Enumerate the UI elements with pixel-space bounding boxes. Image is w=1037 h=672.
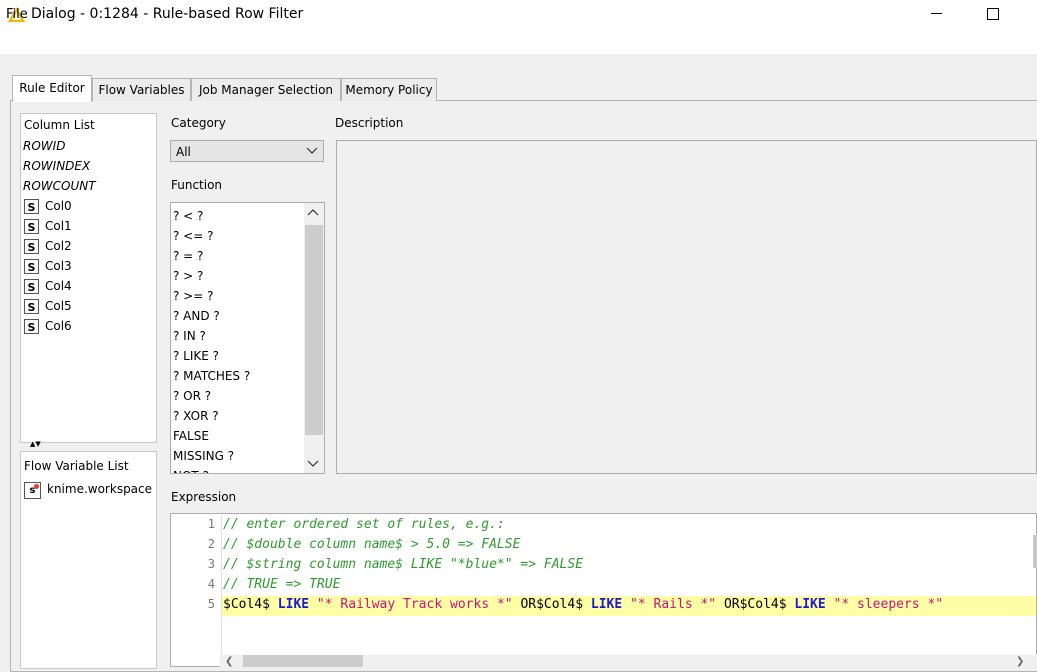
- tab-job-manager-selection[interactable]: Job Manager Selection: [191, 78, 341, 101]
- line-number-gutter: 1 2 3 4 5: [171, 514, 222, 666]
- chevron-up-icon[interactable]: [306, 206, 320, 220]
- code-line-2[interactable]: // $double column name$ > 5.0 => FALSE: [223, 535, 520, 555]
- tab-rule-editor[interactable]: Rule Editor: [12, 75, 92, 102]
- function-item-missing[interactable]: MISSING ?: [173, 446, 305, 466]
- function-item-lte[interactable]: ? <= ?: [173, 226, 305, 246]
- function-item-or[interactable]: ? OR ?: [173, 386, 305, 406]
- code-line-3[interactable]: // $string column name$ LIKE "*blue*" =>…: [223, 555, 583, 575]
- line-number: 1: [207, 517, 215, 531]
- code-line-4[interactable]: // TRUE => TRUE: [223, 575, 340, 595]
- chevron-right-icon[interactable]: ❯: [1016, 656, 1024, 667]
- category-label: Category: [171, 116, 226, 130]
- function-item-in[interactable]: ? IN ?: [173, 326, 305, 346]
- code-token: OR$Col4$: [520, 597, 591, 612]
- code-line-1[interactable]: // enter ordered set of rules, e.g.:: [223, 515, 505, 535]
- expression-horizontal-scroll-thumb[interactable]: [243, 655, 363, 667]
- string-type-icon: S: [24, 219, 39, 234]
- function-item-gt[interactable]: ? > ?: [173, 266, 305, 286]
- function-item-eq[interactable]: ? = ?: [173, 246, 305, 266]
- code-keyword: LIKE: [794, 597, 826, 612]
- flow-variable-list-header: Flow Variable List: [24, 459, 129, 473]
- column-item-col6[interactable]: Col6: [45, 319, 72, 333]
- column-item-col5[interactable]: Col5: [45, 299, 72, 313]
- line-number: 3: [207, 557, 215, 571]
- column-item-col1[interactable]: Col1: [45, 219, 72, 233]
- flow-variable-item-knime-workspace[interactable]: knime.workspace: [47, 482, 152, 496]
- string-type-icon: S: [24, 319, 39, 334]
- function-item-gte[interactable]: ? >= ?: [173, 286, 305, 306]
- function-label: Function: [171, 178, 223, 192]
- string-type-icon: S: [24, 259, 39, 274]
- flow-variable-string-icon: s: [24, 482, 41, 499]
- string-type-icon: S: [24, 279, 39, 294]
- code-line-5[interactable]: $Col4$ LIKE "* Railway Track works *" OR…: [223, 595, 943, 615]
- function-list-scroll-thumb[interactable]: [305, 225, 323, 435]
- chevron-down-icon[interactable]: [306, 456, 320, 470]
- tab-flow-variables[interactable]: Flow Variables: [92, 78, 191, 101]
- function-item-not[interactable]: NOT ?: [173, 466, 305, 473]
- column-item-col0[interactable]: Col0: [45, 199, 72, 213]
- column-list-header: Column List: [24, 118, 95, 132]
- description-box: [336, 140, 1037, 474]
- category-select[interactable]: [170, 140, 324, 162]
- expression-editor[interactable]: 1 2 3 4 5 // enter ordered set of rules,…: [170, 513, 1037, 667]
- code-token: OR$Col4$: [723, 597, 795, 612]
- expression-label: Expression: [171, 490, 237, 504]
- code-token: $Col4$: [223, 597, 278, 612]
- code-string: "* sleepers *": [825, 597, 944, 612]
- column-item-col3[interactable]: Col3: [45, 259, 72, 273]
- chevron-down-icon[interactable]: [305, 143, 319, 157]
- expression-vertical-scroll-thumb[interactable]: [1033, 535, 1037, 568]
- code-string: "* Railway Track works *": [309, 597, 521, 612]
- minimize-button[interactable]: [920, 2, 954, 26]
- category-selected-value: All: [176, 145, 191, 159]
- line-number: 2: [207, 537, 215, 551]
- window-title: Dialog - 0:1284 - Rule-based Row Filter: [31, 6, 304, 22]
- splitter-arrows-icon[interactable]: ▲▼: [30, 441, 41, 448]
- function-item-matches[interactable]: ? MATCHES ?: [173, 366, 305, 386]
- column-item-rowindex[interactable]: ROWINDEX: [23, 159, 90, 173]
- column-item-rowcount[interactable]: ROWCOUNT: [23, 179, 96, 193]
- line-number: 4: [207, 577, 215, 591]
- function-item-like[interactable]: ? LIKE ?: [173, 346, 305, 366]
- code-string: "* Rails *": [622, 597, 724, 612]
- function-item-xor[interactable]: ? XOR ?: [173, 406, 305, 426]
- string-type-icon: S: [24, 299, 39, 314]
- function-item-lt[interactable]: ? < ?: [173, 206, 305, 226]
- line-number: 5: [207, 597, 215, 611]
- code-keyword: LIKE: [277, 597, 310, 612]
- column-item-col2[interactable]: Col2: [45, 239, 72, 253]
- tab-memory-policy[interactable]: Memory Policy: [341, 78, 437, 101]
- function-list[interactable]: ? < ? ? <= ? ? = ? ? > ? ? >= ? ? AND ? …: [170, 202, 325, 474]
- chevron-left-icon[interactable]: ❮: [225, 656, 233, 667]
- string-type-icon: S: [24, 239, 39, 254]
- function-item-false[interactable]: FALSE: [173, 426, 305, 446]
- menu-bar: [0, 30, 1037, 54]
- column-item-col4[interactable]: Col4: [45, 279, 72, 293]
- code-keyword: LIKE: [590, 597, 623, 612]
- maximize-button[interactable]: [976, 2, 1010, 26]
- description-label: Description: [335, 116, 404, 130]
- function-item-and[interactable]: ? AND ?: [173, 306, 305, 326]
- column-item-rowid[interactable]: ROWID: [23, 139, 65, 153]
- menu-file[interactable]: File: [6, 7, 28, 22]
- string-type-icon: S: [24, 199, 39, 214]
